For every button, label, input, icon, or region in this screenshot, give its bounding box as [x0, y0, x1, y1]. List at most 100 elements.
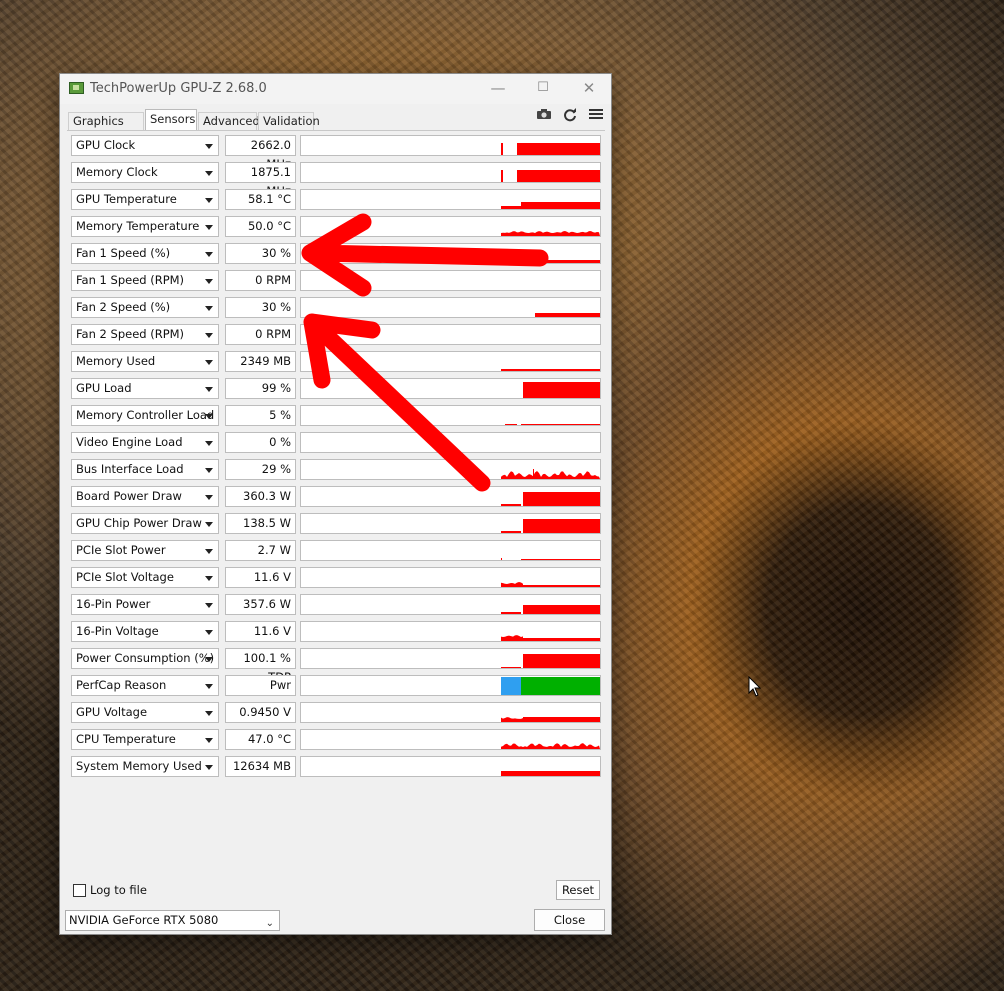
- minimize-button[interactable]: —: [475, 74, 521, 104]
- sensor-value: 138.5 W: [225, 513, 296, 534]
- sensor-row-cpu-temperature: CPU Temperature 47.0 °C: [71, 729, 601, 750]
- sensor-name: Memory Temperature: [76, 219, 200, 233]
- sensor-select-fan-1-speed[interactable]: Fan 1 Speed (%): [71, 243, 219, 264]
- gpuz-window: TechPowerUp GPU-Z 2.68.0 — ☐ ✕ Graphics …: [59, 73, 612, 935]
- sensor-row-fan-2-speed-rpm: Fan 2 Speed (RPM) 0 RPM: [71, 324, 601, 345]
- sensor-graph: [300, 270, 601, 291]
- sensor-row-bus-interface-load: Bus Interface Load 29 %: [71, 459, 601, 480]
- sensor-select-fan-1-speed-rpm[interactable]: Fan 1 Speed (RPM): [71, 270, 219, 291]
- sensor-graph: [300, 702, 601, 723]
- sensor-select-board-power-draw[interactable]: Board Power Draw: [71, 486, 219, 507]
- close-window-button[interactable]: ✕: [566, 74, 612, 104]
- sensor-graph: [300, 189, 601, 210]
- dropdown-arrow-icon: [205, 657, 213, 662]
- sensor-select-fan-2-speed-rpm[interactable]: Fan 2 Speed (RPM): [71, 324, 219, 345]
- sensor-select-memory-used[interactable]: Memory Used: [71, 351, 219, 372]
- sensor-value: 12634 MB: [225, 756, 296, 777]
- sensor-value: 2.7 W: [225, 540, 296, 561]
- dropdown-arrow-icon: [205, 279, 213, 284]
- sensor-select-gpu-load[interactable]: GPU Load: [71, 378, 219, 399]
- dropdown-arrow-icon: [205, 225, 213, 230]
- sensor-select-gpu-chip-power-draw[interactable]: GPU Chip Power Draw: [71, 513, 219, 534]
- sensor-value: 360.3 W: [225, 486, 296, 507]
- sensor-graph: [300, 648, 601, 669]
- sensor-name: Fan 1 Speed (RPM): [76, 273, 185, 287]
- gpu-selector[interactable]: NVIDIA GeForce RTX 5080 ⌄: [65, 910, 280, 931]
- chevron-down-icon: ⌄: [265, 918, 274, 929]
- sensor-select-16-pin-power[interactable]: 16-Pin Power: [71, 594, 219, 615]
- sensor-select-cpu-temperature[interactable]: CPU Temperature: [71, 729, 219, 750]
- sensor-select-fan-2-speed[interactable]: Fan 2 Speed (%): [71, 297, 219, 318]
- sensor-select-perfcap-reason[interactable]: PerfCap Reason: [71, 675, 219, 696]
- sensor-row-16-pin-power: 16-Pin Power 357.6 W: [71, 594, 601, 615]
- sensor-select-gpu-voltage[interactable]: GPU Voltage: [71, 702, 219, 723]
- sensor-name: 16-Pin Voltage: [76, 624, 159, 638]
- sensor-select-16-pin-voltage[interactable]: 16-Pin Voltage: [71, 621, 219, 642]
- dropdown-arrow-icon: [205, 171, 213, 176]
- sensor-value: 0.9450 V: [225, 702, 296, 723]
- tab-graphics-card[interactable]: Graphics Card: [68, 112, 144, 145]
- dropdown-arrow-icon: [205, 522, 213, 527]
- sensor-name: GPU Clock: [76, 138, 136, 152]
- dropdown-arrow-icon: [205, 495, 213, 500]
- gpu-card-icon: [69, 82, 84, 94]
- tab-sensors[interactable]: Sensors: [145, 109, 197, 131]
- dropdown-arrow-icon: [205, 468, 213, 473]
- dropdown-arrow-icon: [205, 306, 213, 311]
- sensor-name: 16-Pin Power: [76, 597, 151, 611]
- sensor-row-fan-1-speed: Fan 1 Speed (%) 30 %: [71, 243, 601, 264]
- sensor-row-memory-clock: Memory Clock 1875.1 MHz: [71, 162, 601, 198]
- sensor-name: System Memory Used: [76, 759, 202, 773]
- sensor-name: Video Engine Load: [76, 435, 183, 449]
- sensor-name: GPU Temperature: [76, 192, 177, 206]
- reset-button[interactable]: Reset: [556, 880, 600, 900]
- dropdown-arrow-icon: [205, 576, 213, 581]
- sensor-row-perfcap-reason: PerfCap Reason Pwr: [71, 675, 601, 696]
- sensor-select-power-consumption[interactable]: Power Consumption (%): [71, 648, 219, 669]
- sensor-name: PCIe Slot Voltage: [76, 570, 174, 584]
- tab-advanced[interactable]: Advanced: [198, 112, 260, 131]
- close-button[interactable]: Close: [534, 909, 605, 931]
- sensor-row-gpu-load: GPU Load 99 %: [71, 378, 601, 399]
- sensor-name: Memory Clock: [76, 165, 158, 179]
- sensor-name: Power Consumption (%): [76, 651, 215, 665]
- sensor-select-pcie-slot-power[interactable]: PCIe Slot Power: [71, 540, 219, 561]
- sensor-select-memory-clock[interactable]: Memory Clock: [71, 162, 219, 183]
- log-to-file-label: Log to file: [90, 883, 147, 897]
- dropdown-arrow-icon: [205, 198, 213, 203]
- sensor-name: Fan 1 Speed (%): [76, 246, 171, 260]
- window-title: TechPowerUp GPU-Z 2.68.0: [90, 81, 267, 96]
- tab-validation[interactable]: Validation: [258, 112, 320, 131]
- sensor-value: 2349 MB: [225, 351, 296, 372]
- sensor-select-gpu-clock[interactable]: GPU Clock: [71, 135, 219, 156]
- dropdown-arrow-icon: [205, 144, 213, 149]
- sensor-select-video-engine-load[interactable]: Video Engine Load: [71, 432, 219, 453]
- log-to-file-checkbox[interactable]: [73, 884, 86, 897]
- sensor-row-power-consumption: Power Consumption (%) 100.1 % TDP: [71, 648, 601, 684]
- dropdown-arrow-icon: [205, 549, 213, 554]
- sensor-value: 47.0 °C: [225, 729, 296, 750]
- sensor-row-video-engine-load: Video Engine Load 0 %: [71, 432, 601, 453]
- sensor-value: 11.6 V: [225, 567, 296, 588]
- sensor-select-memory-temperature[interactable]: Memory Temperature: [71, 216, 219, 237]
- sensor-graph: [300, 297, 601, 318]
- maximize-button[interactable]: ☐: [520, 74, 566, 104]
- sensor-value: 30 %: [225, 243, 296, 264]
- sensor-select-pcie-slot-voltage[interactable]: PCIe Slot Voltage: [71, 567, 219, 588]
- sensor-value: 2662.0 MHz: [225, 135, 296, 171]
- sensor-value: 1875.1 MHz: [225, 162, 296, 198]
- sensor-select-memory-controller-load[interactable]: Memory Controller Load: [71, 405, 219, 426]
- camera-icon[interactable]: [535, 108, 553, 124]
- refresh-icon[interactable]: [561, 108, 579, 124]
- gpu-selector-value: NVIDIA GeForce RTX 5080: [69, 913, 219, 927]
- sensor-select-system-memory-used[interactable]: System Memory Used: [71, 756, 219, 777]
- title-bar[interactable]: TechPowerUp GPU-Z 2.68.0 — ☐ ✕: [60, 74, 611, 104]
- sensor-name: Memory Controller Load: [76, 408, 215, 422]
- menu-icon[interactable]: [587, 108, 605, 124]
- sensor-select-gpu-temperature[interactable]: GPU Temperature: [71, 189, 219, 210]
- sensor-value: 58.1 °C: [225, 189, 296, 210]
- sensor-select-bus-interface-load[interactable]: Bus Interface Load: [71, 459, 219, 480]
- dropdown-arrow-icon: [205, 765, 213, 770]
- sensor-row-16-pin-voltage: 16-Pin Voltage 11.6 V: [71, 621, 601, 642]
- sensor-value: 30 %: [225, 297, 296, 318]
